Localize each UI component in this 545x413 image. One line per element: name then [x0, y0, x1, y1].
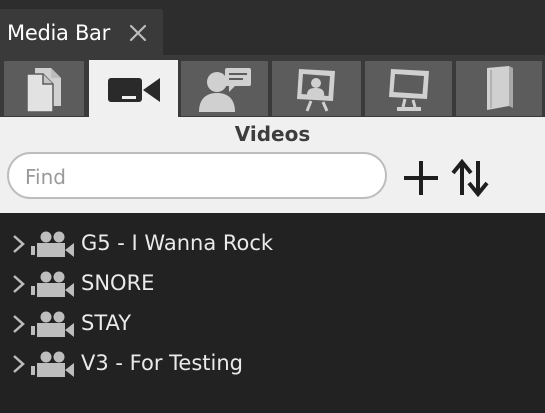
video-title: STAY: [81, 311, 132, 335]
find-input[interactable]: [23, 162, 377, 192]
video-camera-icon: [107, 77, 160, 102]
video-camera-icon: [31, 231, 74, 257]
close-icon[interactable]: [128, 23, 148, 43]
list-item[interactable]: V3 - For Testing: [0, 344, 545, 384]
videos-panel: Videos: [0, 117, 545, 213]
add-icon[interactable]: [402, 159, 440, 197]
sort-icon[interactable]: [450, 159, 490, 197]
tab-monitor[interactable]: [365, 61, 452, 116]
tab-videos[interactable]: [89, 60, 178, 117]
monitor-icon: [388, 68, 429, 111]
chevron-right-icon[interactable]: [11, 274, 27, 294]
list-item[interactable]: SNORE: [0, 264, 545, 304]
chevron-right-icon[interactable]: [11, 234, 27, 254]
book-icon: [487, 65, 513, 110]
tab-stage[interactable]: [272, 61, 361, 116]
media-bar-tab[interactable]: Media Bar: [0, 9, 163, 55]
video-camera-icon: [31, 311, 74, 337]
documents-icon: [26, 67, 61, 113]
window-tab-strip: Media Bar: [0, 0, 545, 55]
video-title: SNORE: [81, 271, 155, 295]
tab-documents[interactable]: [4, 61, 84, 116]
chevron-right-icon[interactable]: [11, 314, 27, 334]
stage-display-icon: [296, 68, 335, 112]
list-item[interactable]: STAY: [0, 304, 545, 344]
video-title: G5 - I Wanna Rock: [81, 231, 274, 255]
list-item[interactable]: G5 - I Wanna Rock: [0, 224, 545, 264]
video-camera-icon: [31, 351, 74, 377]
media-bar-tab-label: Media Bar: [7, 21, 110, 45]
video-title: V3 - For Testing: [81, 351, 243, 375]
media-type-tabs: [0, 55, 545, 117]
find-field[interactable]: [7, 152, 387, 199]
video-camera-icon: [31, 271, 74, 297]
tab-presentations[interactable]: [181, 61, 268, 116]
tab-bible[interactable]: [456, 61, 542, 116]
video-list: G5 - I Wanna Rock SNORE STAY V3 - For Te…: [0, 224, 545, 384]
panel-title: Videos: [234, 122, 311, 146]
chevron-right-icon[interactable]: [11, 354, 27, 374]
presenter-icon: [198, 67, 251, 112]
